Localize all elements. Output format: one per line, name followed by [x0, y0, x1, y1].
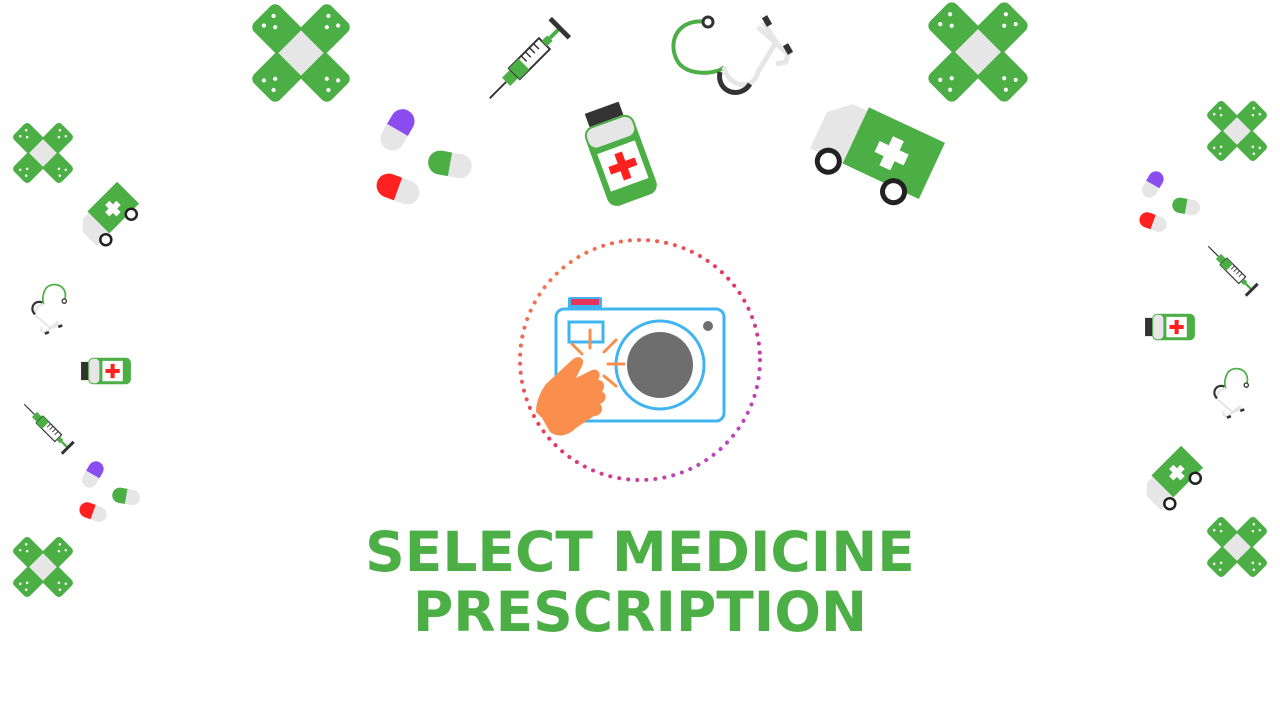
- stethoscope-icon: [18, 264, 78, 350]
- ambulance-icon: [74, 176, 144, 256]
- ambulance-icon: [805, 96, 945, 206]
- bandage-icon: [244, 0, 358, 110]
- bandage-icon: [1202, 96, 1272, 166]
- title-line-2: PRESCRIPTION: [412, 580, 868, 644]
- syringe-icon: [470, 2, 586, 118]
- camera-tap-icon[interactable]: [512, 232, 768, 488]
- syringe-icon: [1196, 234, 1268, 306]
- pill-icon: [1134, 168, 1204, 238]
- syringe-icon: [12, 392, 84, 464]
- medicine-bottle-icon: [580, 100, 662, 210]
- medicine-bottle-icon: [76, 342, 138, 398]
- bandage-icon: [8, 118, 78, 188]
- title-line-1: SELECT MEDICINE: [365, 520, 915, 584]
- page-title: SELECT MEDICINE PRESCRIPTION: [0, 522, 1280, 642]
- stethoscope-icon: [658, 12, 798, 102]
- ambulance-icon: [1138, 438, 1208, 522]
- pill-icon: [74, 458, 144, 528]
- bandage-icon: [920, 0, 1036, 110]
- medicine-bottle-icon: [1140, 298, 1202, 354]
- stethoscope-icon: [1200, 348, 1260, 434]
- pill-icon: [368, 104, 478, 214]
